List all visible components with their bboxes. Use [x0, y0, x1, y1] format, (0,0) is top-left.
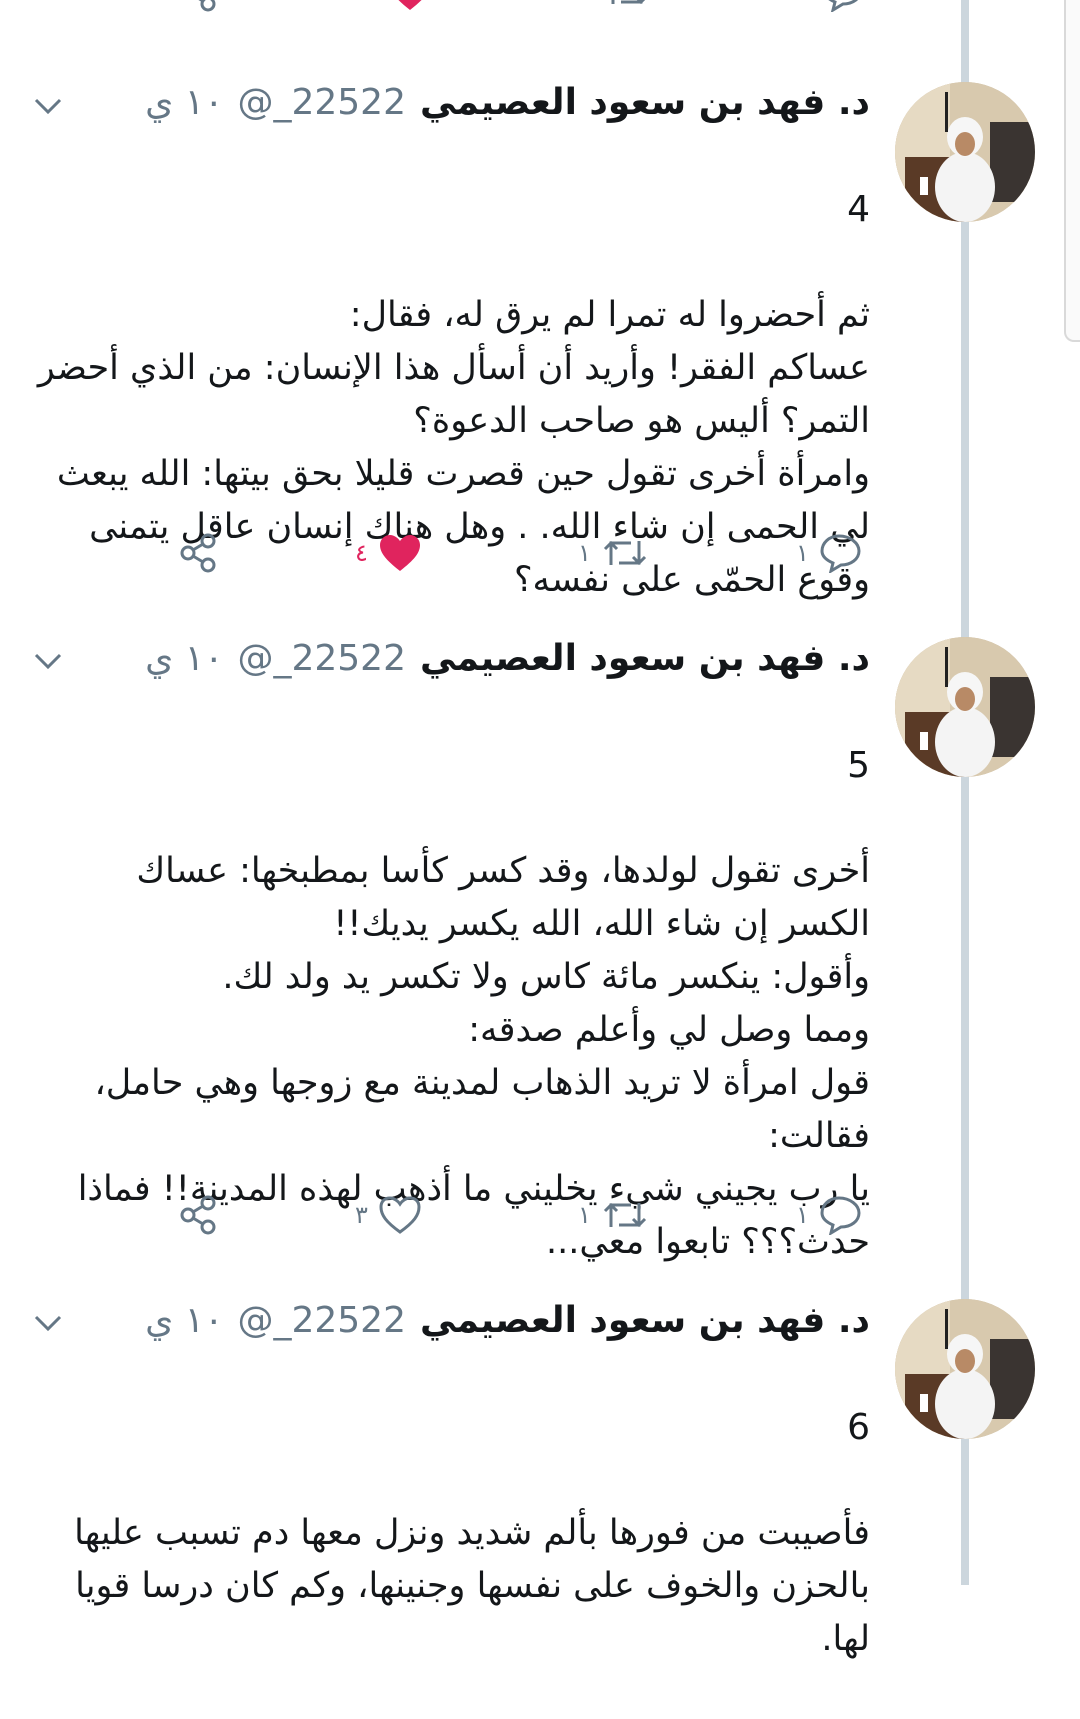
author-handle[interactable]: 22522_@: [237, 638, 406, 679]
tweet-actions: ٣ ١ ١: [0, 1187, 1080, 1247]
author-name[interactable]: د. فهد بن سعود العصيمي: [420, 82, 870, 123]
author-handle[interactable]: 22522_@: [237, 1300, 406, 1341]
retweet-button[interactable]: ١: [570, 0, 651, 12]
avatar-image: [895, 1299, 1035, 1439]
retweet-icon: [603, 1202, 646, 1228]
tweet-body: فأصيبت من فورها بألم شديد ونزل معها دم ت…: [74, 1513, 870, 1659]
tweet-actions: ٤ ١ ١: [0, 525, 1080, 585]
retweet-icon: [603, 540, 646, 566]
like-count: ٤: [355, 539, 368, 567]
thread-number: 4: [847, 189, 870, 230]
tweet-time: ١٠ ي: [145, 1299, 224, 1341]
tweet-header: د. فهد بن سعود العصيمي 22522_@ ١٠ ي: [145, 630, 870, 686]
reply-button[interactable]: ١: [788, 0, 865, 12]
share-icon: [198, 0, 216, 12]
tweet-text: 6 فأصيبت من فورها بألم شديد ونزل معها دم…: [36, 1348, 870, 1719]
like-button[interactable]: ٣: [345, 1195, 422, 1235]
avatar[interactable]: [895, 1299, 1035, 1439]
author-name[interactable]: د. فهد بن سعود العصيمي: [420, 1300, 870, 1341]
share-button[interactable]: [178, 0, 218, 12]
reply-icon: [820, 534, 861, 573]
share-icon: [180, 1195, 216, 1235]
like-count: ١: [365, 0, 378, 6]
reply-button[interactable]: ١: [786, 533, 863, 573]
like-button[interactable]: ٤: [345, 533, 422, 573]
reply-button[interactable]: ١: [786, 1195, 863, 1235]
tweet-header: د. فهد بن سعود العصيمي 22522_@ ١٠ ي: [145, 74, 870, 130]
share-button[interactable]: [178, 533, 218, 573]
tweet-header: د. فهد بن سعود العصيمي 22522_@ ١٠ ي: [145, 1292, 870, 1348]
tweet-time: ١٠ ي: [145, 81, 224, 123]
chevron-down-icon[interactable]: [30, 1305, 66, 1341]
retweet-count: ١: [578, 1201, 591, 1229]
share-icon: [180, 533, 216, 573]
thread-number: 5: [847, 745, 870, 786]
heart-outline-icon: [379, 1196, 421, 1234]
reply-icon: [820, 1196, 861, 1235]
share-button[interactable]: [178, 1195, 218, 1235]
tweet-time: ١٠ ي: [145, 637, 224, 679]
retweet-button[interactable]: ١: [568, 533, 649, 573]
thread-number: 6: [847, 1407, 870, 1448]
like-count: ٣: [355, 1201, 368, 1229]
avatar-image: [895, 82, 1035, 222]
retweet-icon: [611, 0, 646, 5]
author-handle[interactable]: 22522_@: [237, 82, 406, 123]
chevron-down-icon[interactable]: [30, 643, 66, 679]
avatar-image: [895, 637, 1035, 777]
avatar[interactable]: [895, 82, 1035, 222]
heart-icon: [379, 535, 420, 571]
scrollbar[interactable]: [1064, 0, 1080, 342]
heart-icon: [398, 0, 422, 10]
previous-tweet-actions: ١ ١ ١: [0, 0, 1080, 20]
reply-count: ١: [796, 1201, 809, 1229]
retweet-button[interactable]: ١: [568, 1195, 649, 1235]
avatar[interactable]: [895, 637, 1035, 777]
reply-icon: [828, 0, 858, 12]
retweet-count: ١: [580, 0, 593, 6]
reply-count: ١: [796, 539, 809, 567]
chevron-down-icon[interactable]: [30, 88, 66, 124]
like-button[interactable]: ١: [355, 0, 432, 12]
retweet-count: ١: [578, 539, 591, 567]
reply-count: ١: [798, 0, 811, 6]
author-name[interactable]: د. فهد بن سعود العصيمي: [420, 638, 870, 679]
